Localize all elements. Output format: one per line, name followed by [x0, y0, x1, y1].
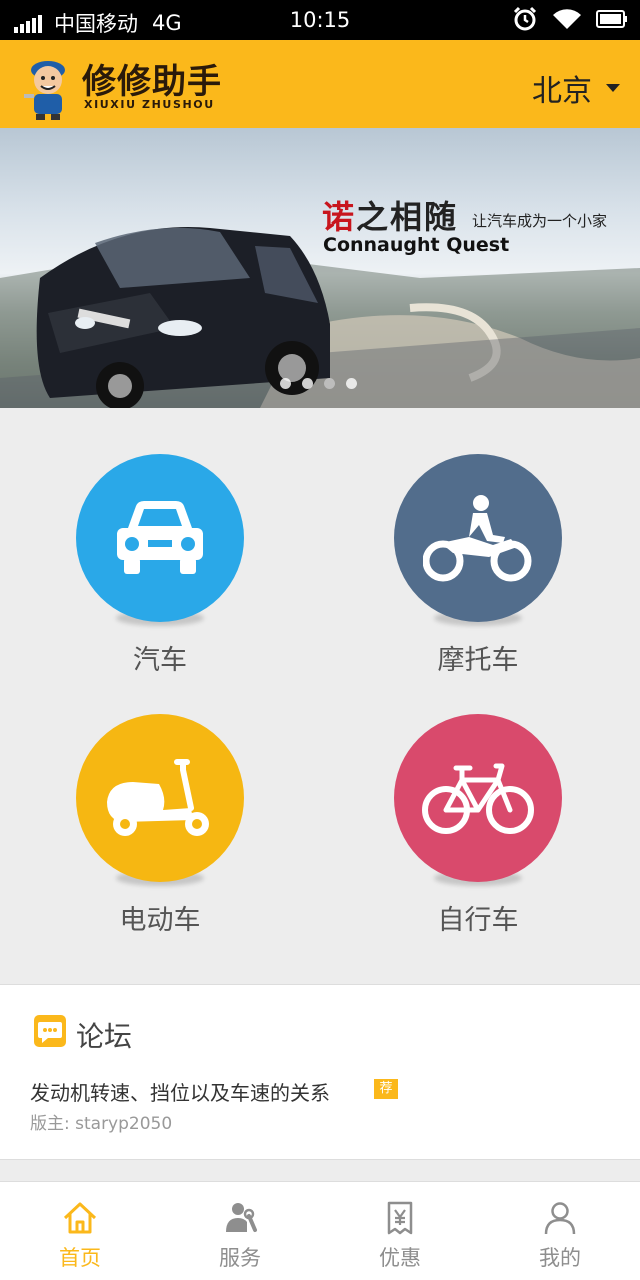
motorcycle-icon: [394, 454, 562, 622]
banner-headline: 诺之相随: [322, 198, 459, 236]
nav-service[interactable]: 服务: [160, 1182, 320, 1280]
wifi-icon: [552, 7, 582, 36]
bottom-nav: 首页 服务 优惠 我的: [0, 1181, 640, 1280]
carousel-dots: [280, 378, 368, 389]
category-motorcycle[interactable]: 摩托车: [378, 454, 578, 684]
carousel-dot[interactable]: [324, 378, 335, 389]
carousel-dot[interactable]: [346, 378, 357, 389]
nav-profile[interactable]: 我的: [480, 1182, 640, 1280]
nav-discount[interactable]: 优惠: [320, 1182, 480, 1280]
car-icon: [76, 454, 244, 622]
forum-post-title[interactable]: 发动机转速、挡位以及车速的关系: [30, 1077, 330, 1106]
forum-post-author: 版主: staryp2050: [30, 1114, 173, 1134]
category-scooter[interactable]: 电动车: [60, 714, 260, 944]
category-label: 自行车: [437, 905, 519, 936]
banner-scenery: [0, 227, 640, 408]
recommended-badge: 荐: [374, 1079, 398, 1099]
profile-icon: [544, 1202, 576, 1235]
chevron-down-icon: [606, 84, 620, 92]
city-label: 北京: [532, 74, 592, 109]
nav-label: 我的: [539, 1246, 581, 1270]
banner-tagline: 让汽车成为一个小家: [472, 212, 608, 230]
nav-home[interactable]: 首页: [0, 1182, 160, 1280]
mechanic-icon: [226, 1203, 257, 1232]
bicycle-icon: [394, 714, 562, 882]
forum-title[interactable]: 论坛: [76, 1015, 132, 1055]
category-label: 摩托车: [437, 645, 519, 676]
carousel-dot[interactable]: [280, 378, 291, 389]
brand-title: 修修助手: [82, 62, 222, 102]
category-label: 电动车: [119, 905, 201, 936]
promo-banner[interactable]: 诺之相随 让汽车成为一个小家 Connaught Quest: [0, 128, 640, 408]
nav-label: 优惠: [379, 1246, 421, 1270]
carousel-dot[interactable]: [302, 378, 313, 389]
forum-section: 论坛 发动机转速、挡位以及车速的关系 荐 版主: staryp2050: [0, 984, 640, 1160]
nav-label: 首页: [59, 1246, 101, 1270]
category-car[interactable]: 汽车: [60, 454, 260, 684]
mascot-logo-icon: [20, 50, 76, 122]
chat-bubble-icon: [34, 1015, 66, 1047]
category-label: 汽车: [133, 645, 187, 676]
battery-icon: [596, 9, 628, 34]
alarm-icon: [512, 6, 538, 37]
status-bar: 中国移动 4G 10:15: [0, 0, 640, 40]
scooter-icon: [76, 714, 244, 882]
category-bicycle[interactable]: 自行车: [378, 714, 578, 944]
home-icon: [63, 1202, 97, 1234]
nav-label: 服务: [219, 1246, 261, 1270]
coupon-icon: [387, 1201, 413, 1235]
banner-english: Connaught Quest: [323, 234, 510, 256]
brand-subtitle: XIUXIU ZHUSHOU: [84, 98, 215, 111]
city-selector[interactable]: 北京: [532, 66, 620, 110]
app-header: 修修助手 XIUXIU ZHUSHOU 北京: [0, 40, 640, 128]
